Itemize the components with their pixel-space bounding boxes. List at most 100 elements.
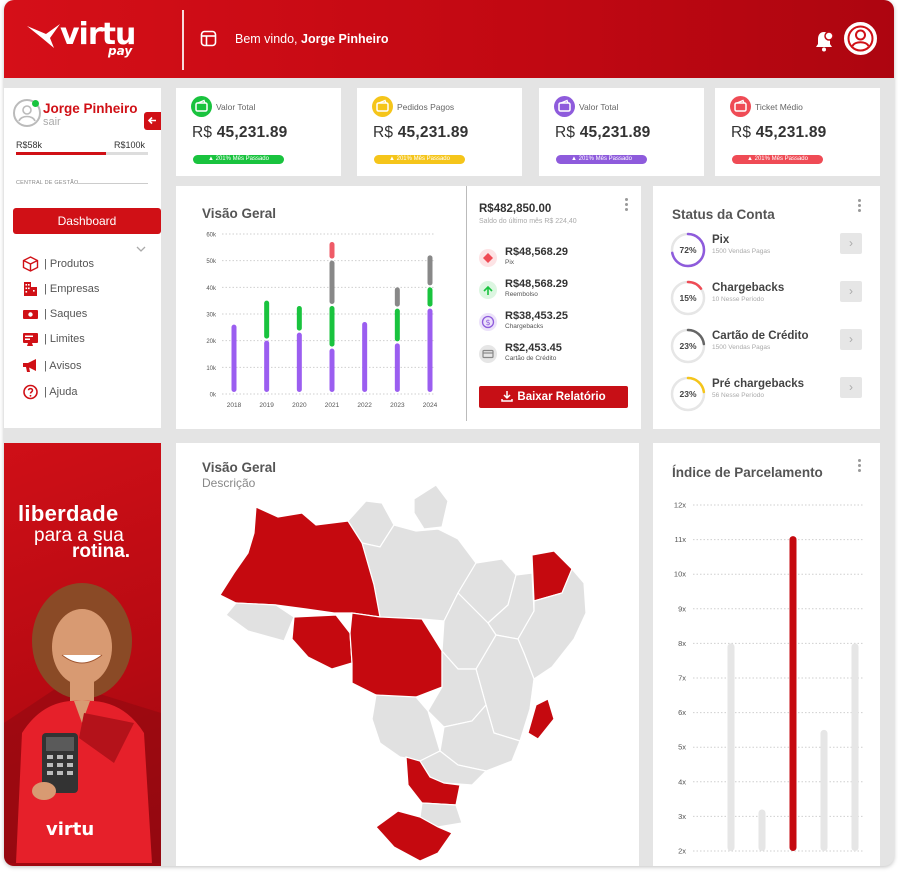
stat-amount: 45,231.89 <box>216 124 288 141</box>
stat-change-badge: ▲ 201% Mês Passado <box>732 155 823 164</box>
promo-logo: virtu <box>46 819 95 840</box>
more-options-icon[interactable] <box>858 199 861 214</box>
refund-icon <box>479 281 497 299</box>
logout-link[interactable]: sair <box>43 116 61 128</box>
transaction-value: R$48,568.29 <box>505 278 568 290</box>
y-tick-label: 3x <box>678 812 686 821</box>
cash-icon <box>23 310 38 319</box>
chart-bar <box>329 260 335 304</box>
stat-card[interactable]: Valor Total R$ 45,231.89 ▲ 201% Mês Pass… <box>539 88 704 176</box>
chart-bar <box>231 324 237 392</box>
status-name: Cartão de Crédito <box>712 330 809 342</box>
dashboard-button[interactable]: Dashboard <box>13 208 161 234</box>
transaction-item-chargebacks[interactable]: $ R$38,453.25 Chargebacks <box>479 310 629 334</box>
x-tick-label: 2022 <box>357 402 372 409</box>
transaction-item-cartao[interactable]: R$2,453.45 Cartão de Crédito <box>479 342 629 366</box>
download-icon <box>501 391 514 402</box>
wallet-icon <box>191 96 212 117</box>
sidebar-item-avisos[interactable]: | Avisos <box>22 358 152 374</box>
more-options-icon[interactable] <box>625 198 628 213</box>
virtu-pay-logo[interactable]: virtu pay <box>26 18 146 62</box>
transaction-value: R$48,568.29 <box>505 246 568 258</box>
progress-ring: 23% <box>670 376 706 412</box>
chevron-right-icon[interactable]: › <box>840 281 862 302</box>
stat-title: Ticket Médio <box>755 102 803 112</box>
transaction-item-pix[interactable]: R$48,568.29 Pix <box>479 246 629 270</box>
header-avatar[interactable] <box>844 22 877 55</box>
wallet-icon <box>372 96 393 117</box>
dashboard-frame: virtu pay Bem vindo, Jorge Pinheiro Jorg… <box>4 0 894 866</box>
notification-bell-icon[interactable] <box>814 30 834 52</box>
chart-bar <box>296 332 302 392</box>
help-icon <box>23 384 38 400</box>
chevron-down-icon[interactable] <box>136 244 146 254</box>
sidebar-item-saques[interactable]: | Saques <box>22 306 152 322</box>
section-label: CENTRAL DE GESTÃO <box>16 180 79 186</box>
stat-title: Pedidos Pagos <box>397 102 455 112</box>
chart-bar <box>329 306 335 347</box>
layout-icon[interactable] <box>200 30 217 47</box>
y-tick-label: 12x <box>674 501 686 510</box>
account-status-row[interactable]: 23% Pré chargebacks 56 Nesse Período › <box>669 375 869 415</box>
chevron-right-icon[interactable]: › <box>840 233 862 254</box>
promo-line-3: rotina. <box>72 541 131 562</box>
transaction-item-reembolso[interactable]: R$48,568.29 Reembolso <box>479 278 629 302</box>
map-region-amapa <box>413 484 449 530</box>
account-status-row[interactable]: 15% Chargebacks 10 Nesse Período › <box>669 279 869 319</box>
sidebar-item-empresas[interactable]: | Empresas <box>22 281 152 297</box>
sidebar-item-label: | Empresas <box>44 283 100 295</box>
sidebar-item-limites[interactable]: | Limites <box>22 331 152 347</box>
y-tick-label: 2x <box>678 847 686 856</box>
collapse-sidebar-button[interactable] <box>144 112 161 130</box>
chart-bar <box>394 287 400 307</box>
y-tick-label: 11x <box>674 535 686 544</box>
stat-value: R$ 45,231.89 <box>555 124 651 142</box>
status-name: Pré chargebacks <box>712 378 805 390</box>
svg-text:$: $ <box>485 318 490 327</box>
download-report-button[interactable]: Baixar Relatório <box>479 386 628 408</box>
logo-subtext: pay <box>108 44 133 58</box>
stat-card[interactable]: Pedidos Pagos R$ 45,231.89 ▲ 201% Mês Pa… <box>357 88 522 176</box>
progress-percent: 72% <box>679 245 696 255</box>
chevron-right-icon[interactable]: › <box>840 329 862 350</box>
y-tick-label: 60k <box>206 233 217 239</box>
credit-card-icon <box>479 345 497 363</box>
limits-icon <box>23 333 38 346</box>
sidebar-user-name: Jorge Pinheiro <box>43 101 138 116</box>
stat-value: R$ 45,231.89 <box>373 124 469 142</box>
map-region-mato-grosso-do-sul <box>371 694 441 762</box>
stat-change-badge: ▲ 201% Mês Passado <box>374 155 465 164</box>
y-tick-label: 20k <box>206 339 217 345</box>
building-icon <box>24 282 37 296</box>
status-name: Chargebacks <box>712 282 785 294</box>
map-region-mato-grosso <box>349 612 443 702</box>
y-tick-label: 30k <box>206 313 217 319</box>
chart-bar <box>427 308 433 392</box>
account-status-row[interactable]: 72% Pix 1500 Vendas Pagas › <box>669 231 869 271</box>
stat-card[interactable]: Ticket Médio R$ 45,231.89 ▲ 201% Mês Pas… <box>715 88 880 176</box>
stat-change-badge: ▲ 201% Mês Passado <box>193 155 284 164</box>
x-tick-label: 2024 <box>423 402 438 409</box>
limit-min-value: R$58k <box>16 140 43 150</box>
stat-amount: 45,231.89 <box>579 124 651 141</box>
sidebar-item-produtos[interactable]: | Produtos <box>22 256 152 272</box>
progress-ring: 23% <box>670 328 706 364</box>
chart-bar <box>329 242 335 259</box>
account-status-row[interactable]: 23% Cartão de Crédito 1500 Vendas Pagas › <box>669 327 869 367</box>
wallet-icon <box>730 96 751 117</box>
map-card: Visão Geral Descrição <box>176 443 639 866</box>
stat-card[interactable]: Valor Total R$ 45,231.89 ▲ 201% Mês Pass… <box>176 88 341 176</box>
y-tick-label: 6x <box>678 708 686 717</box>
promo-banner[interactable]: liberdade para a sua rotina. virtu <box>4 443 161 866</box>
arrow-left-icon <box>147 116 156 125</box>
chart-bar <box>394 308 400 342</box>
stat-currency: R$ <box>192 124 213 141</box>
welcome-prefix: Bem vindo, <box>235 32 298 46</box>
transaction-label: Chargebacks <box>505 323 544 330</box>
chevron-right-icon[interactable]: › <box>840 377 862 398</box>
transaction-label: Pix <box>505 259 515 266</box>
transaction-value: R$38,453.25 <box>505 310 568 322</box>
sidebar-item-ajuda[interactable]: | Ajuda <box>22 384 152 400</box>
installment-bar <box>820 729 828 851</box>
promo-woman-illustration <box>4 583 161 863</box>
